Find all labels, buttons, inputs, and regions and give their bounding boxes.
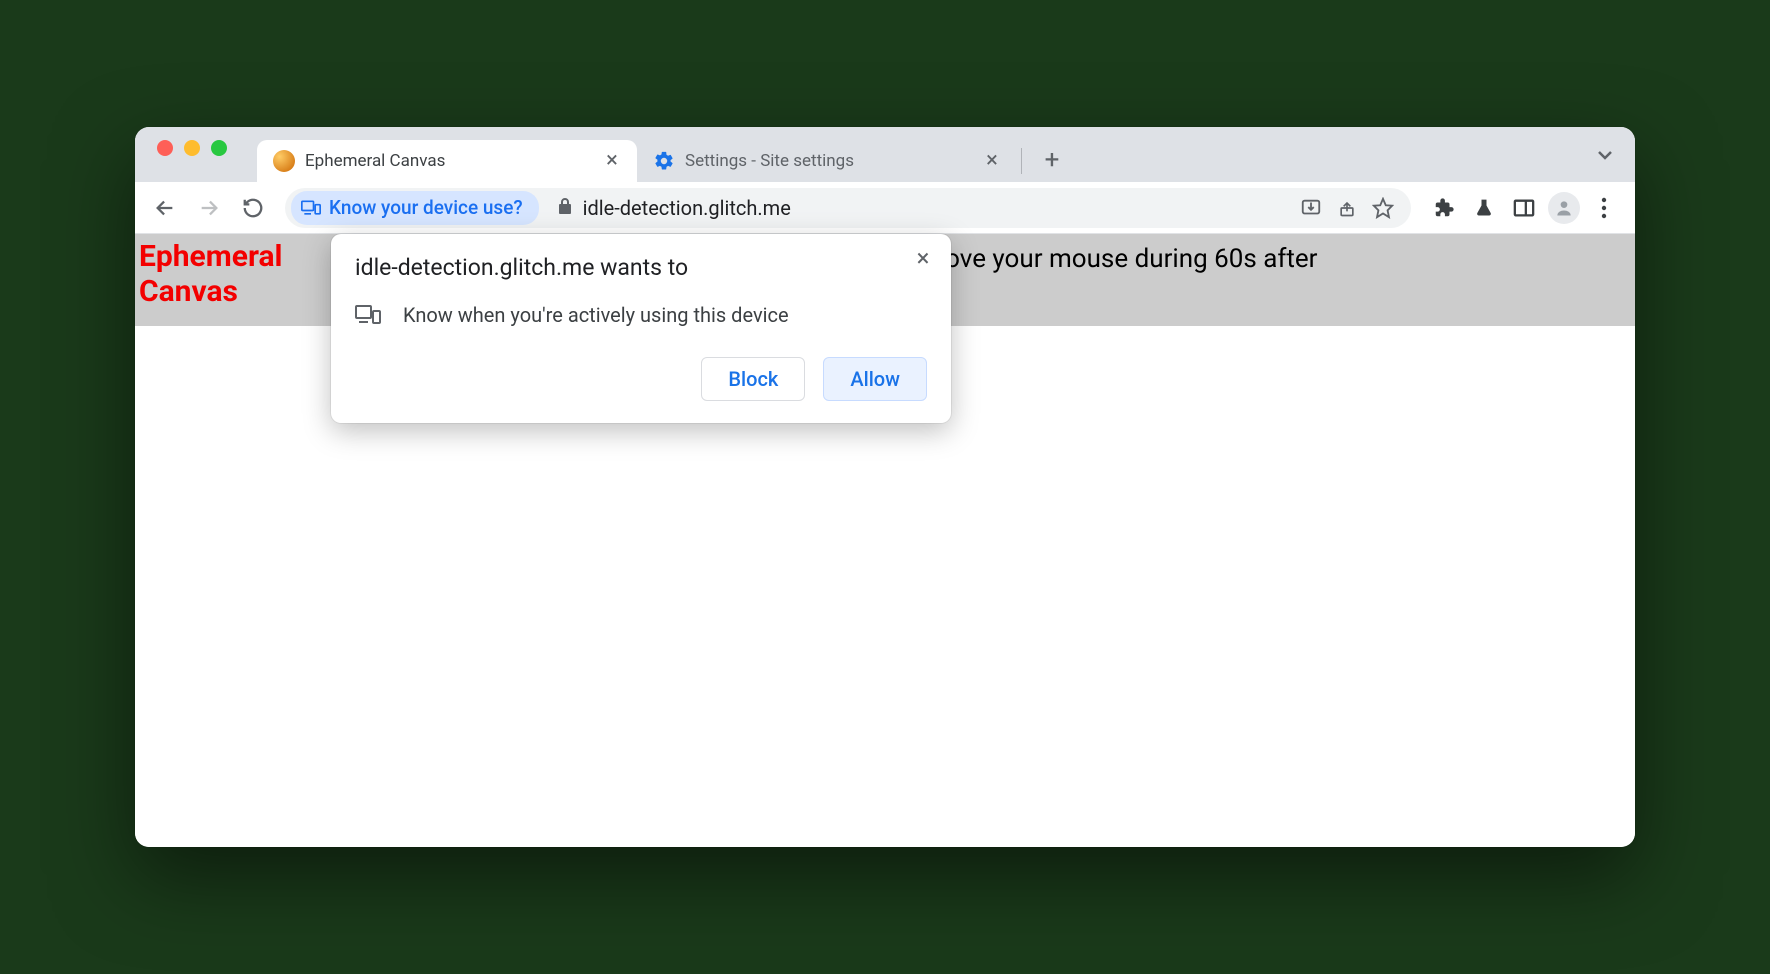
browser-window: Ephemeral Canvas × Settings - Site setti… xyxy=(135,127,1635,847)
tab-inactive[interactable]: Settings - Site settings × xyxy=(637,140,1017,182)
share-icon[interactable] xyxy=(1333,194,1361,222)
url-text: idle-detection.glitch.me xyxy=(583,196,1287,220)
dialog-title: idle-detection.glitch.me wants to xyxy=(355,254,927,281)
back-button[interactable] xyxy=(147,190,183,226)
permission-chip-label: Know your device use? xyxy=(329,196,523,219)
forward-button[interactable] xyxy=(191,190,227,226)
window-controls xyxy=(151,127,257,182)
extensions-button[interactable] xyxy=(1425,189,1463,227)
address-bar[interactable]: Know your device use? idle-detection.gli… xyxy=(285,188,1411,228)
window-close-button[interactable] xyxy=(157,140,173,156)
page-content: Ephemeral Canvas (Don't move your mouse … xyxy=(135,234,1635,847)
block-button[interactable]: Block xyxy=(701,357,805,401)
new-tab-button[interactable]: + xyxy=(1034,142,1070,178)
profile-button[interactable] xyxy=(1545,189,1583,227)
dialog-permission-text: Know when you're actively using this dev… xyxy=(403,303,789,327)
reload-button[interactable] xyxy=(235,190,271,226)
lock-icon[interactable] xyxy=(557,196,573,220)
install-app-icon[interactable] xyxy=(1297,194,1325,222)
tab-active[interactable]: Ephemeral Canvas × xyxy=(257,140,637,182)
permission-dialog: × idle-detection.glitch.me wants to Know… xyxy=(331,234,951,423)
window-minimize-button[interactable] xyxy=(184,140,200,156)
page-title: Ephemeral Canvas xyxy=(135,234,329,309)
settings-favicon-icon xyxy=(653,150,675,172)
devices-icon xyxy=(355,304,381,326)
tab-title: Ephemeral Canvas xyxy=(305,151,593,171)
avatar-icon xyxy=(1548,192,1580,224)
bookmark-icon[interactable] xyxy=(1369,194,1397,222)
sidepanel-button[interactable] xyxy=(1505,189,1543,227)
close-tab-button[interactable]: × xyxy=(603,152,621,170)
labs-button[interactable] xyxy=(1465,189,1503,227)
menu-button[interactable] xyxy=(1585,189,1623,227)
dialog-close-button[interactable]: × xyxy=(909,244,937,272)
tab-strip: Ephemeral Canvas × Settings - Site setti… xyxy=(135,127,1635,182)
allow-button[interactable]: Allow xyxy=(823,357,927,401)
tab-list-button[interactable] xyxy=(1593,143,1617,167)
toolbar: Know your device use? idle-detection.gli… xyxy=(135,182,1635,234)
tab-title: Settings - Site settings xyxy=(685,151,973,171)
window-maximize-button[interactable] xyxy=(211,140,227,156)
permission-chip[interactable]: Know your device use? xyxy=(291,191,539,225)
dialog-permission-row: Know when you're actively using this dev… xyxy=(355,303,927,327)
glitch-favicon-icon xyxy=(273,150,295,172)
tab-separator xyxy=(1021,148,1022,174)
close-tab-button[interactable]: × xyxy=(983,152,1001,170)
